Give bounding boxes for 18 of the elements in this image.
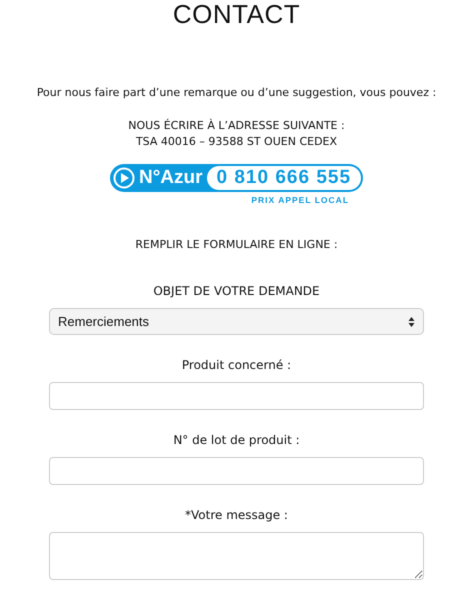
subject-select[interactable]: Remerciements xyxy=(49,308,424,335)
form-heading: REMPLIR LE FORMULAIRE EN LIGNE : xyxy=(135,238,338,251)
address-heading: NOUS ÉCRIRE À L’ADRESSE SUIVANTE : xyxy=(128,118,345,134)
phone-number: 0 810 666 555 xyxy=(206,166,362,190)
tagline: PRIX APPEL LOCAL xyxy=(251,195,350,205)
message-field[interactable] xyxy=(49,532,424,580)
page-title: CONTACT xyxy=(172,0,300,28)
input-field[interactable] xyxy=(49,382,424,410)
postal-address: TSA 40016 – 93588 ST OUEN CEDEX xyxy=(134,134,338,150)
field-label: OBJET DE VOTRE DEMANDE xyxy=(153,283,320,299)
play-icon xyxy=(112,167,135,189)
dropdown-arrows-icon xyxy=(408,316,415,328)
field-label: N° de lot de produit : xyxy=(173,432,300,448)
intro-text: Pour nous faire part d’une remarque ou d’une suggestion, vous pouvez : xyxy=(36,86,436,100)
input-field[interactable] xyxy=(49,457,424,485)
brand-text: N°Azur xyxy=(138,167,203,189)
field-label: *Votre message : xyxy=(185,507,288,523)
field-label: Produit concerné : xyxy=(182,357,292,373)
